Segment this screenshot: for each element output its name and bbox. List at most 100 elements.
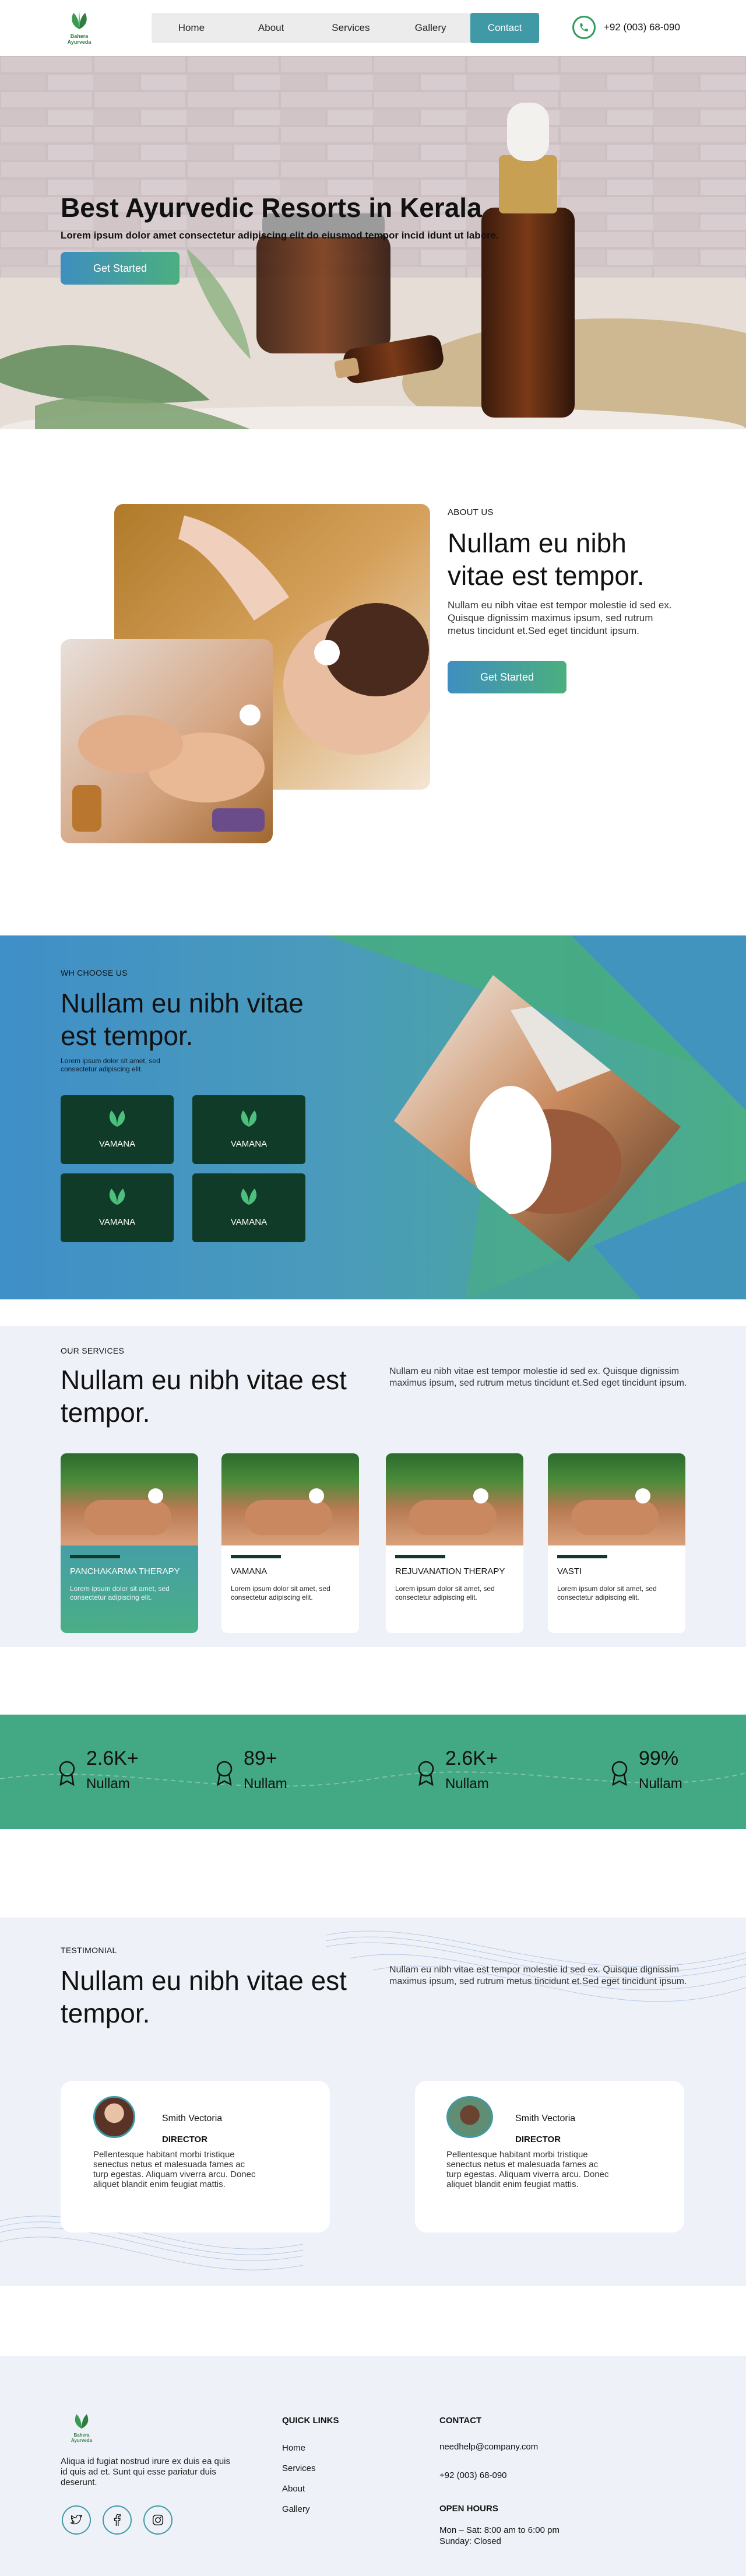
hero-title: Best Ayurvedic Resorts in Kerala bbox=[61, 192, 482, 223]
site-logo[interactable]: Bahera Ayurveda bbox=[61, 10, 98, 45]
phone-number: +92 (003) 68-090 bbox=[604, 22, 680, 33]
service-divider bbox=[70, 1555, 120, 1558]
stat-value: 2.6K+ bbox=[86, 1747, 139, 1769]
stat-value: 2.6K+ bbox=[445, 1747, 498, 1769]
facebook-icon[interactable] bbox=[103, 2505, 132, 2535]
nav-about[interactable]: About bbox=[231, 13, 311, 43]
service-card-3[interactable]: REJUVANATION THERAPY Lorem ipsum dolor s… bbox=[386, 1453, 523, 1633]
site-footer: Bahera Ayurveda Aliqua id fugiat nostrud… bbox=[0, 2356, 746, 2576]
why-text: Lorem ipsum dolor sit amet, sed consecte… bbox=[61, 1057, 160, 1073]
testimonial-text: Nullam eu nibh vitae est tempor molestie… bbox=[389, 1965, 687, 1986]
stat-1: 2.6K+ Nullam bbox=[57, 1747, 139, 1792]
nav-home[interactable]: Home bbox=[152, 13, 231, 43]
footer-link-services[interactable]: Services bbox=[282, 2463, 339, 2473]
about-title: Nullam eu nibh vitae est tempor. bbox=[448, 528, 645, 591]
stat-2: 89+ Nullam bbox=[214, 1747, 287, 1792]
hours-sunday: Sunday: Closed bbox=[439, 2536, 501, 2546]
quick-links-title: QUICK LINKS bbox=[282, 2416, 339, 2426]
service-image bbox=[221, 1453, 359, 1545]
about-text: Nullam eu nibh vitae est tempor molestie… bbox=[448, 600, 672, 636]
hero-subtitle: Lorem ipsum dolor amet consectetur adipi… bbox=[61, 230, 499, 241]
stat-label: Nullam bbox=[639, 1776, 682, 1792]
testimonial-role: DIRECTOR bbox=[515, 2135, 561, 2144]
about-get-started-button[interactable]: Get Started bbox=[448, 661, 566, 693]
leaf-logo-icon bbox=[75, 2414, 89, 2429]
avatar bbox=[446, 2096, 493, 2138]
contact-title: CONTACT bbox=[439, 2416, 482, 2426]
logo-text: Bahera Ayurveda bbox=[71, 2433, 93, 2443]
service-name: PANCHAKARMA THERAPY bbox=[70, 1566, 180, 1576]
service-image bbox=[386, 1453, 523, 1545]
nav-contact[interactable]: Contact bbox=[470, 13, 539, 43]
why-card-label: VAMANA bbox=[230, 1139, 268, 1149]
stat-label: Nullam bbox=[445, 1776, 489, 1792]
why-title: Nullam eu nibh vitae est tempor. bbox=[61, 988, 304, 1051]
nav-gallery[interactable]: Gallery bbox=[390, 13, 470, 43]
services-title: Nullam eu nibh vitae est tempor. bbox=[61, 1365, 347, 1428]
nav-services[interactable]: Services bbox=[311, 13, 391, 43]
why-card-1[interactable]: VAMANA bbox=[61, 1095, 174, 1164]
hours-weekdays: Mon – Sat: 8:00 am to 6:00 pm bbox=[439, 2525, 560, 2535]
avatar bbox=[93, 2096, 135, 2138]
twitter-icon[interactable] bbox=[62, 2505, 91, 2535]
award-icon bbox=[418, 1761, 434, 1786]
stat-value: 99% bbox=[639, 1747, 679, 1769]
service-image bbox=[61, 1453, 198, 1545]
footer-link-gallery[interactable]: Gallery bbox=[282, 2504, 339, 2514]
award-icon bbox=[216, 1761, 233, 1786]
testimonial-section: TESTIMONIAL Nullam eu nibh vitae est tem… bbox=[0, 1918, 746, 2286]
stat-value: 89+ bbox=[244, 1747, 277, 1769]
about-section: ABOUT US Nullam eu nibh vitae est tempor… bbox=[0, 429, 746, 935]
about-eyebrow: ABOUT US bbox=[448, 507, 494, 517]
service-desc: Lorem ipsum dolor sit amet, sed consecte… bbox=[70, 1585, 170, 1601]
services-text: Nullam eu nibh vitae est tempor molestie… bbox=[389, 1366, 687, 1388]
footer-email[interactable]: needhelp@company.com bbox=[439, 2442, 560, 2452]
why-eyebrow: WH CHOOSE US bbox=[61, 968, 128, 977]
footer-logo[interactable]: Bahera Ayurveda bbox=[64, 2412, 99, 2443]
why-card-label: VAMANA bbox=[98, 1217, 136, 1227]
service-divider bbox=[231, 1555, 281, 1558]
service-desc: Lorem ipsum dolor sit amet, sed consecte… bbox=[395, 1585, 495, 1601]
testimonial-eyebrow: TESTIMONIAL bbox=[61, 1946, 117, 1955]
stats-section: 2.6K+ Nullam 89+ Nullam 2.6K+ Nullam 99%… bbox=[0, 1715, 746, 1829]
why-choose-us-section: WH CHOOSE US Nullam eu nibh vitae est te… bbox=[0, 935, 746, 1299]
why-card-label: VAMANA bbox=[230, 1217, 268, 1227]
testimonial-title: Nullam eu nibh vitae est tempor. bbox=[61, 1965, 347, 2028]
testimonial-quote: Pellentesque habitant morbi tristique se… bbox=[93, 2150, 256, 2189]
footer-about-text: Aliqua id fugiat nostrud irure ex duis e… bbox=[61, 2456, 231, 2487]
award-icon bbox=[611, 1761, 628, 1786]
service-divider bbox=[557, 1555, 607, 1558]
service-card-1[interactable]: PANCHAKARMA THERAPY Lorem ipsum dolor si… bbox=[61, 1453, 198, 1633]
footer-link-home[interactable]: Home bbox=[282, 2443, 339, 2453]
stat-label: Nullam bbox=[86, 1776, 130, 1792]
instagram-icon[interactable] bbox=[143, 2505, 173, 2535]
why-card-2[interactable]: VAMANA bbox=[192, 1095, 305, 1164]
leaf-logo-icon bbox=[72, 12, 87, 29]
testimonial-name: Smith Vectoria bbox=[162, 2114, 223, 2123]
stat-4: 99% Nullam bbox=[610, 1747, 682, 1792]
leaf-icon bbox=[241, 1189, 257, 1205]
service-desc: Lorem ipsum dolor sit amet, sed consecte… bbox=[231, 1585, 330, 1601]
open-hours-title: OPEN HOURS bbox=[439, 2504, 498, 2514]
testimonial-role: DIRECTOR bbox=[162, 2135, 208, 2144]
why-card-4[interactable]: VAMANA bbox=[192, 1173, 305, 1242]
header-phone[interactable]: +92 (003) 68-090 bbox=[572, 16, 680, 39]
leaf-icon bbox=[241, 1110, 257, 1127]
service-card-2[interactable]: VAMANA Lorem ipsum dolor sit amet, sed c… bbox=[221, 1453, 359, 1633]
service-divider bbox=[395, 1555, 445, 1558]
service-card-4[interactable]: VASTI Lorem ipsum dolor sit amet, sed co… bbox=[548, 1453, 685, 1633]
services-eyebrow: OUR SERVICES bbox=[61, 1346, 125, 1355]
facial-treatment-image bbox=[394, 975, 681, 1262]
why-card-label: VAMANA bbox=[98, 1139, 136, 1149]
hero-get-started-button[interactable]: Get Started bbox=[61, 252, 180, 285]
footer-phone[interactable]: +92 (003) 68-090 bbox=[439, 2470, 560, 2480]
testimonial-quote: Pellentesque habitant morbi tristique se… bbox=[446, 2150, 609, 2189]
testimonial-name: Smith Vectoria bbox=[515, 2114, 576, 2123]
services-section: OUR SERVICES Nullam eu nibh vitae est te… bbox=[0, 1326, 746, 1647]
stat-3: 2.6K+ Nullam bbox=[416, 1747, 498, 1792]
footer-link-about[interactable]: About bbox=[282, 2484, 339, 2494]
service-image bbox=[548, 1453, 685, 1545]
why-card-3[interactable]: VAMANA bbox=[61, 1173, 174, 1242]
leaf-icon bbox=[109, 1110, 125, 1127]
hero-section: Best Ayurvedic Resorts in Kerala Lorem i… bbox=[0, 56, 746, 429]
